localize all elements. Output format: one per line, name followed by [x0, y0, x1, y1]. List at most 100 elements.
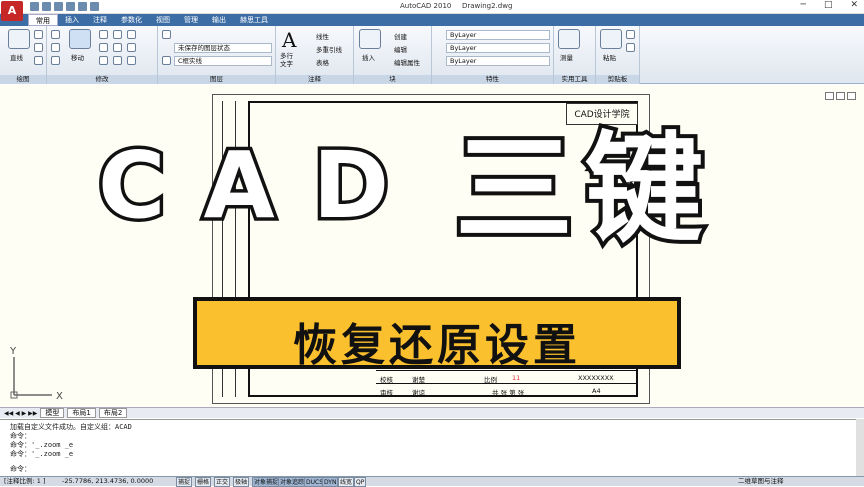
- create-block-button[interactable]: 创建: [394, 31, 407, 41]
- tab-manage[interactable]: 管理: [177, 14, 205, 26]
- tab-annotate[interactable]: 注释: [86, 14, 114, 26]
- command-window[interactable]: 加载自定义文件成功。自定义组：ACAD 命令： 命令：'_.zoom _e 命令…: [0, 419, 864, 476]
- coordinates-readout: -25.7786, 213.4736, 0.0000: [62, 477, 154, 485]
- command-input[interactable]: 命令：: [10, 464, 31, 474]
- viewport-close-icon[interactable]: [847, 92, 856, 100]
- current-layer-dropdown[interactable]: C框实线: [174, 56, 272, 66]
- table-button[interactable]: 表格: [316, 57, 329, 67]
- erase-icon[interactable]: [113, 30, 122, 39]
- stretch-icon[interactable]: [99, 56, 108, 65]
- close-icon[interactable]: ✕: [850, 0, 858, 10]
- tab-layout1[interactable]: 布局1: [67, 408, 96, 418]
- mtext-label[interactable]: 多行 文字: [280, 52, 293, 68]
- tab-nav-arrows[interactable]: ◀◀ ◀ ▶ ▶▶: [4, 410, 37, 417]
- tb-review-label: 审核: [380, 389, 393, 397]
- panel-annotation-title[interactable]: 注释: [276, 75, 353, 84]
- tab-tools[interactable]: 赫思工具: [233, 14, 275, 26]
- tab-view[interactable]: 视图: [149, 14, 177, 26]
- panel-clipboard-title[interactable]: 剪贴板: [596, 75, 639, 84]
- rotate-icon[interactable]: [51, 30, 60, 39]
- window-controls: ─ □ ✕: [801, 0, 858, 10]
- edit-attributes-button[interactable]: 编辑属性: [394, 57, 420, 67]
- circle-icon[interactable]: [34, 43, 43, 52]
- viewport-restore-icon[interactable]: [836, 92, 845, 100]
- cut-icon[interactable]: [626, 30, 635, 39]
- copy-icon[interactable]: [51, 43, 60, 52]
- layer-properties-icon[interactable]: [162, 30, 171, 39]
- print-icon[interactable]: [90, 2, 99, 11]
- trim-icon[interactable]: [99, 30, 108, 39]
- paste-icon[interactable]: [600, 29, 622, 49]
- array-icon[interactable]: [127, 43, 136, 52]
- maximize-icon[interactable]: □: [824, 0, 833, 10]
- subtitle-banner: 恢复还原设置: [193, 297, 681, 371]
- scale-icon[interactable]: [127, 30, 136, 39]
- panel-layer: 未保存的图层状态 C框实线 图层: [158, 26, 276, 84]
- layer-state-dropdown[interactable]: 未保存的图层状态: [174, 43, 272, 53]
- panel-block-title[interactable]: 块: [354, 75, 431, 84]
- tb-scale-label: 比例: [484, 376, 497, 384]
- tab-output[interactable]: 输出: [205, 14, 233, 26]
- measure-icon[interactable]: [558, 29, 580, 49]
- move-icon[interactable]: [69, 29, 91, 49]
- command-scrollbar[interactable]: [856, 419, 864, 476]
- quick-access-toolbar: [30, 2, 99, 11]
- ucs-y-label: Y: [9, 346, 17, 357]
- app-title: AutoCAD 2010: [400, 2, 452, 10]
- viewport-controls: [825, 92, 856, 100]
- layout-tabs: ◀◀ ◀ ▶ ▶▶ 模型 布局1 布局2: [0, 407, 864, 418]
- fillet-icon[interactable]: [127, 56, 136, 65]
- offset-icon[interactable]: [113, 56, 122, 65]
- tab-model[interactable]: 模型: [40, 408, 65, 418]
- paste-label[interactable]: 粘贴: [603, 52, 616, 62]
- panel-properties-title[interactable]: 特性: [432, 75, 553, 84]
- new-icon[interactable]: [30, 2, 39, 11]
- document-title: Drawing2.dwg: [462, 2, 513, 10]
- tb-check-label: 校核: [380, 376, 393, 384]
- color-dropdown[interactable]: ByLayer: [446, 30, 550, 40]
- panel-utilities-title[interactable]: 实用工具: [554, 75, 595, 84]
- undo-icon[interactable]: [66, 2, 75, 11]
- annotation-scale[interactable]: [注释比例: 1 ]: [4, 477, 46, 486]
- panel-draw-title[interactable]: 绘图: [0, 75, 46, 84]
- bulb-icon[interactable]: [162, 56, 171, 65]
- lineweight-dropdown[interactable]: ByLayer: [446, 56, 550, 66]
- insert-icon[interactable]: [359, 29, 381, 49]
- tb-check-name: 谢楚: [412, 376, 425, 384]
- copy-clip-icon[interactable]: [626, 43, 635, 52]
- measure-label[interactable]: 测量: [560, 52, 573, 62]
- headline-cad: CAD: [94, 132, 428, 239]
- redo-icon[interactable]: [78, 2, 87, 11]
- polyline-icon[interactable]: [34, 30, 43, 39]
- edit-block-button[interactable]: 编辑: [394, 44, 407, 54]
- tab-insert[interactable]: 插入: [58, 14, 86, 26]
- arc-icon[interactable]: [34, 56, 43, 65]
- insert-label[interactable]: 插入: [362, 52, 375, 62]
- panel-modify: 移动 修改: [47, 26, 158, 84]
- minimize-icon[interactable]: ─: [801, 0, 806, 10]
- linear-dim-button[interactable]: 线性: [316, 31, 329, 41]
- command-history-line: 命令：'_.zoom _e: [10, 450, 74, 458]
- tb-paper-size: A4: [592, 387, 601, 395]
- extend-icon[interactable]: [99, 43, 108, 52]
- line-label: 直线: [10, 54, 23, 62]
- tab-home[interactable]: 常用: [28, 14, 58, 26]
- tab-layout2[interactable]: 布局2: [98, 408, 128, 418]
- text-a-icon[interactable]: A: [282, 28, 296, 52]
- linetype-dropdown[interactable]: ByLayer: [446, 43, 550, 53]
- subtitle-text: 恢复还原设置: [293, 320, 581, 371]
- tb-scale-value: 11: [512, 374, 521, 382]
- mleader-button[interactable]: 多重引线: [316, 44, 342, 54]
- mirror-icon[interactable]: [51, 56, 60, 65]
- line-icon[interactable]: [8, 29, 30, 49]
- workspace-switcher[interactable]: 二维草图与注释: [738, 477, 784, 486]
- panel-layer-title[interactable]: 图层: [158, 75, 275, 84]
- tab-parametric[interactable]: 参数化: [114, 14, 149, 26]
- viewport-minimize-icon[interactable]: [825, 92, 834, 100]
- explode-icon[interactable]: [113, 43, 122, 52]
- panel-block: 插入 创建 编辑 编辑属性 块: [354, 26, 432, 84]
- save-icon[interactable]: [54, 2, 63, 11]
- open-icon[interactable]: [42, 2, 51, 11]
- panel-modify-title[interactable]: 修改: [47, 75, 157, 84]
- application-menu-button[interactable]: A: [1, 1, 23, 21]
